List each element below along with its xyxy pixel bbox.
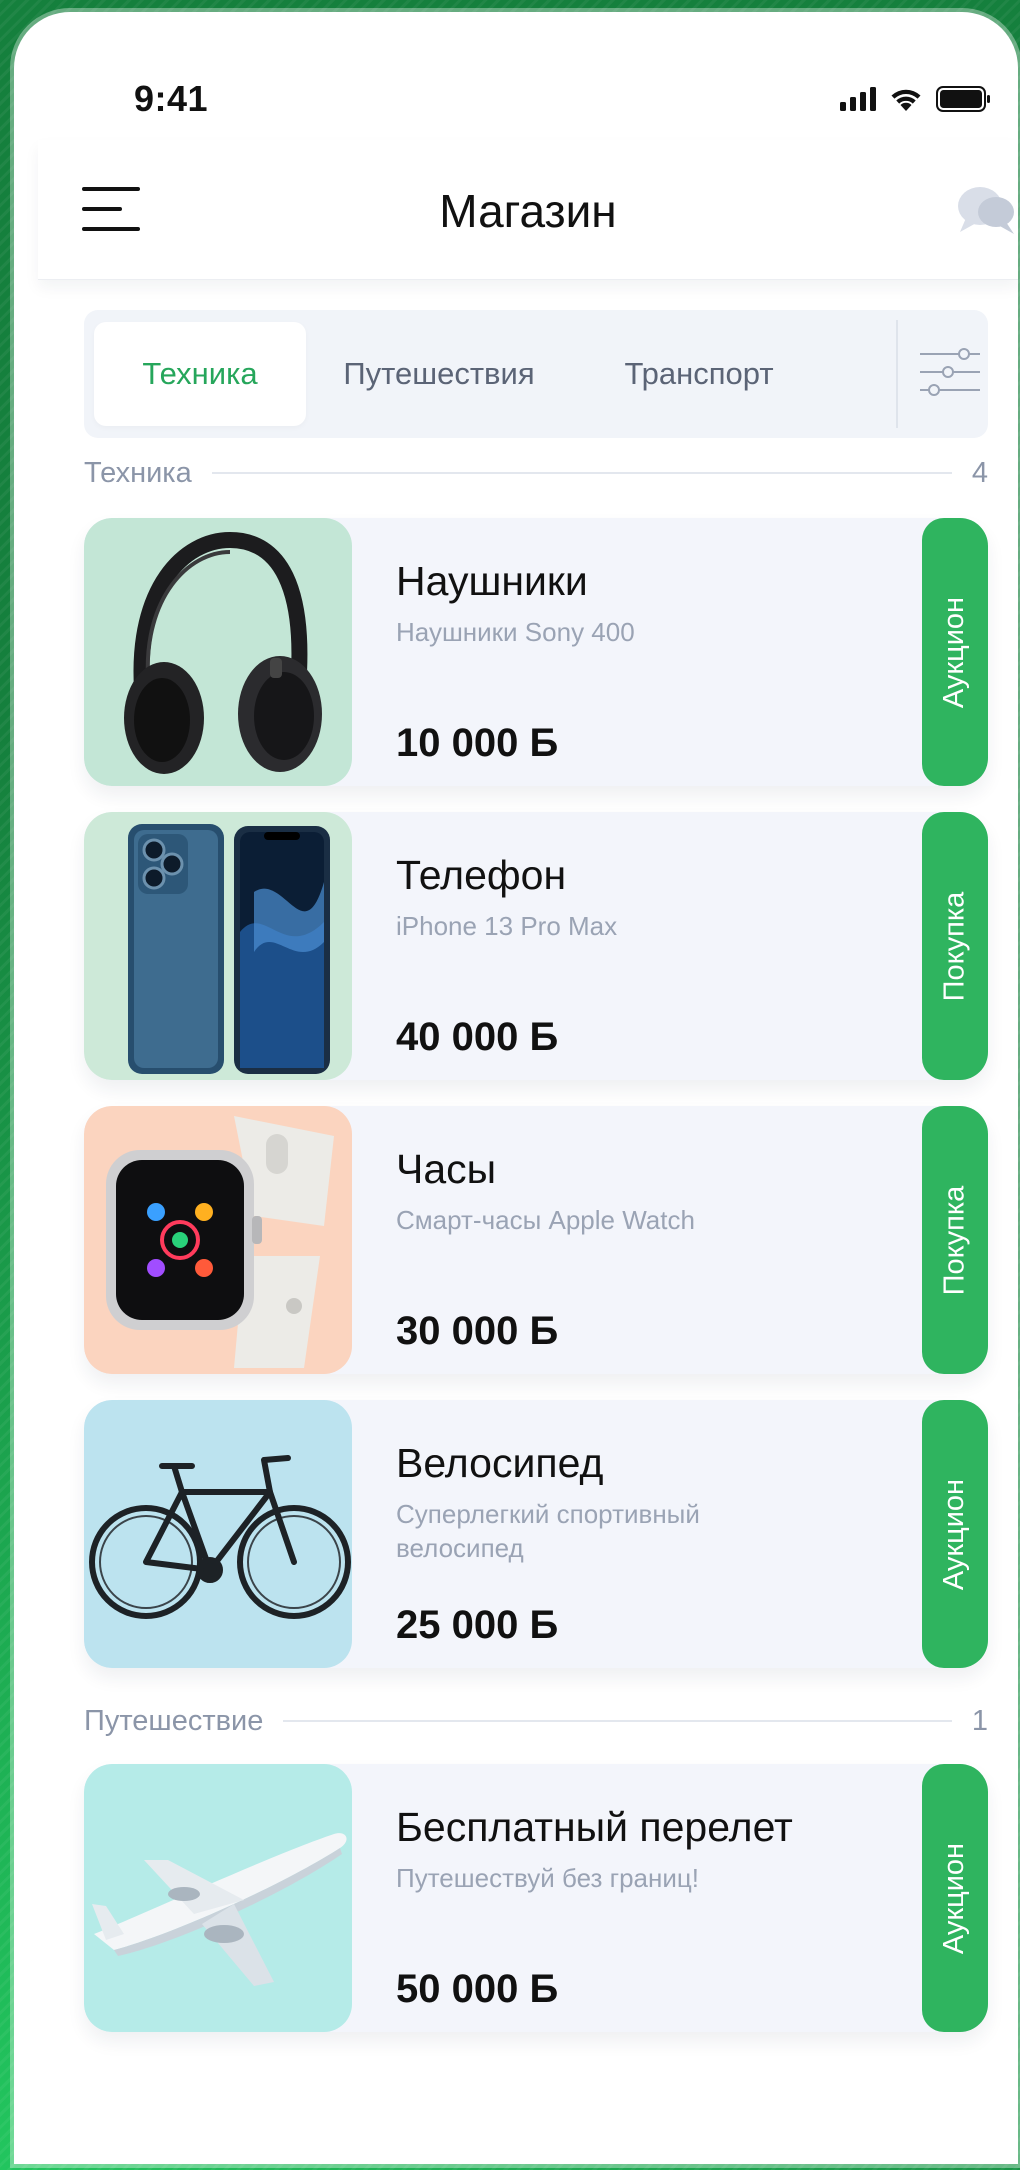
tab-tech-label: Техника (142, 356, 258, 391)
section-header-travel: Путешествие 1 (84, 1701, 988, 1741)
product-card[interactable]: Часы Смарт-часы Apple Watch 30 000 Б Пок… (84, 1106, 988, 1374)
signal-icon (840, 87, 876, 111)
wifi-icon (888, 86, 924, 112)
airplane-image (84, 1764, 352, 2032)
card-price: 10 000 Б (396, 721, 559, 765)
section-header-tech: Техника 4 (84, 453, 988, 493)
tab-travel-label: Путешествия (343, 356, 535, 391)
card-subtitle: Путешествуй без границ! (396, 1863, 700, 1893)
card-title: Велосипед (396, 1440, 604, 1486)
phone-image (84, 812, 352, 1080)
filter-icon[interactable] (918, 340, 982, 409)
card-badge-label: Аукцион (938, 596, 971, 708)
card-body: Бесплатный перелет Путешествуй без грани… (396, 1804, 898, 1895)
product-card[interactable]: Велосипед Суперлегкий спортивный велосип… (84, 1400, 988, 1668)
card-subtitle: Суперлегкий спортивный велосипед (396, 1499, 700, 1563)
section-divider (211, 472, 952, 474)
section-title: Техника (84, 456, 192, 489)
card-body: Велосипед Суперлегкий спортивный велосип… (396, 1440, 898, 1565)
card-badge-label: Покупка (938, 891, 971, 1001)
section-count: 4 (971, 456, 988, 489)
card-badge-label: Покупка (938, 1185, 971, 1295)
card-body: Наушники Наушники Sony 400 (396, 558, 898, 649)
status-icons (840, 86, 992, 112)
phone-frame: 9:41 Магазин Техника Путешествия Транспо… (14, 12, 1018, 2164)
product-card[interactable]: Телефон iPhone 13 Pro Max 40 000 Б Покуп… (84, 812, 988, 1080)
card-price: 30 000 Б (396, 1309, 559, 1353)
card-badge[interactable]: Покупка (922, 1106, 988, 1374)
card-subtitle: Наушники Sony 400 (396, 617, 635, 647)
card-subtitle: iPhone 13 Pro Max (396, 911, 618, 941)
section-title: Путешествие (84, 1704, 264, 1737)
bicycle-image (84, 1400, 352, 1668)
tab-tech[interactable]: Техника (94, 322, 306, 426)
status-bar: 9:41 (38, 30, 1018, 140)
card-price: 25 000 Б (396, 1603, 559, 1647)
chat-icon[interactable] (956, 182, 1018, 243)
page-title: Магазин (439, 185, 617, 237)
tab-transport-label: Транспорт (624, 356, 774, 391)
card-badge[interactable]: Аукцион (922, 1764, 988, 2032)
card-badge[interactable]: Аукцион (922, 518, 988, 786)
battery-icon (936, 86, 992, 112)
card-title: Часы (396, 1146, 497, 1192)
tab-transport[interactable]: Транспорт (584, 322, 814, 426)
card-title: Телефон (396, 852, 567, 898)
category-tabs: Техника Путешествия Транспорт (84, 310, 988, 438)
tabs-divider (896, 320, 898, 428)
watch-image (84, 1106, 352, 1374)
app-header: Магазин (38, 140, 1018, 280)
section-count: 1 (971, 1704, 988, 1737)
product-card[interactable]: Бесплатный перелет Путешествуй без грани… (84, 1764, 988, 2032)
card-price: 40 000 Б (396, 1015, 559, 1059)
card-price: 50 000 Б (396, 1967, 559, 2011)
app-screen: 9:41 Магазин Техника Путешествия Транспо… (38, 30, 1018, 2164)
card-title: Бесплатный перелет (396, 1804, 793, 1850)
card-badge[interactable]: Покупка (922, 812, 988, 1080)
product-card[interactable]: Наушники Наушники Sony 400 10 000 Б Аукц… (84, 518, 988, 786)
card-body: Часы Смарт-часы Apple Watch (396, 1146, 898, 1237)
card-badge-label: Аукцион (938, 1842, 971, 1954)
section-divider (283, 1720, 952, 1722)
card-badge-label: Аукцион (938, 1478, 971, 1590)
status-time: 9:41 (134, 78, 209, 119)
tab-travel[interactable]: Путешествия (324, 322, 554, 426)
card-body: Телефон iPhone 13 Pro Max (396, 852, 898, 943)
card-subtitle: Смарт-часы Apple Watch (396, 1205, 695, 1235)
headphones-image (84, 518, 352, 786)
card-badge[interactable]: Аукцион (922, 1400, 988, 1668)
card-title: Наушники (396, 558, 588, 604)
